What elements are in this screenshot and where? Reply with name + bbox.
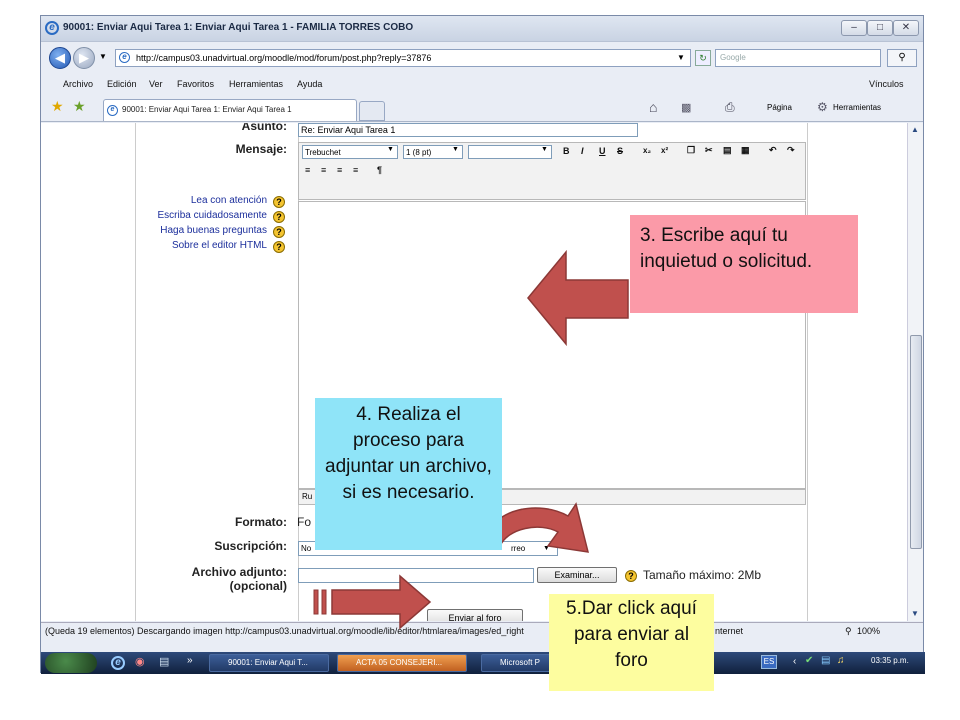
annotation-overlay (313, 249, 629, 630)
callout-step-5: 5.Dar click aquí para enviar al foro (549, 594, 714, 691)
arrow-left-icon (527, 249, 629, 347)
arrow-stripe (321, 589, 327, 615)
arrow-stripe (313, 589, 319, 615)
arrow-right-icon (331, 574, 432, 630)
callout-step-3: 3. Escribe aquí tu inquietud o solicitud… (630, 215, 858, 313)
callout-step-4: 4. Realiza el proceso para adjuntar un a… (315, 398, 502, 550)
